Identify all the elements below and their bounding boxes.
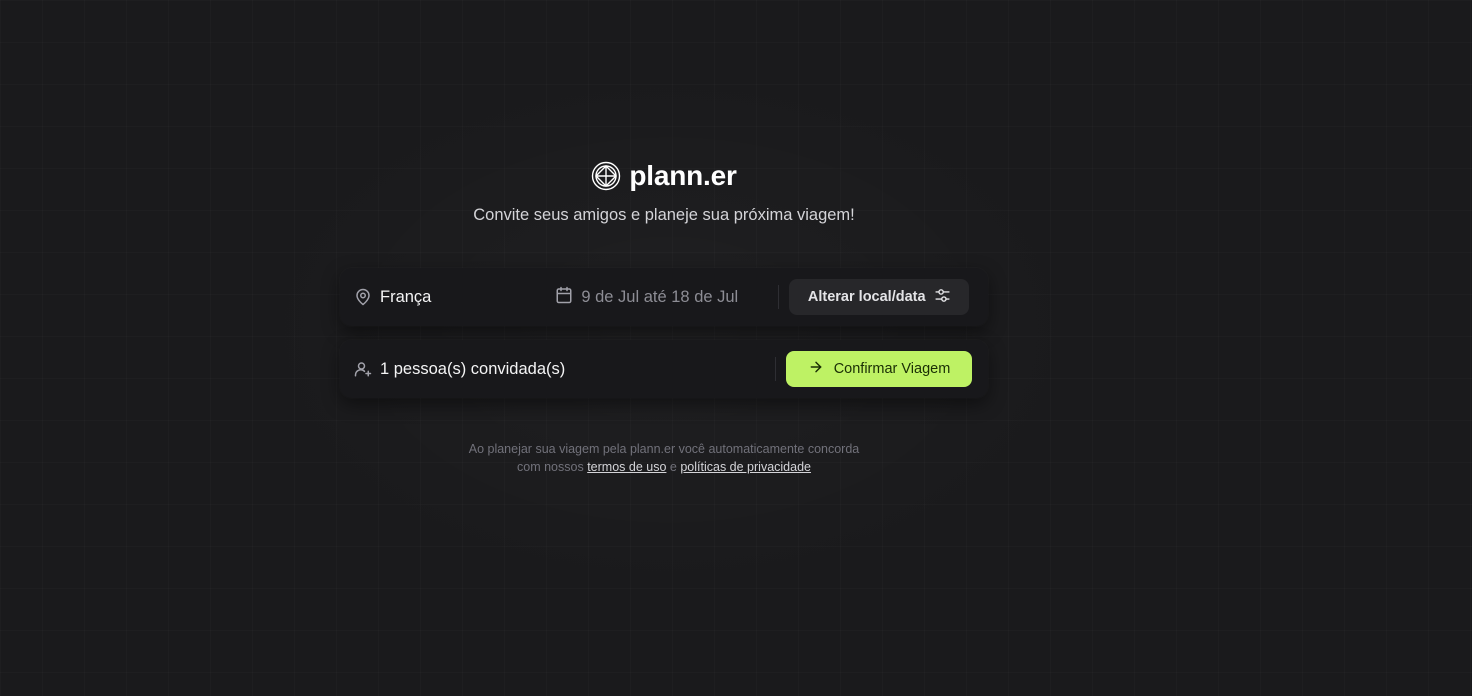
change-location-date-button[interactable]: Alterar local/data xyxy=(789,279,970,315)
terms-of-use-link[interactable]: termos de uso xyxy=(587,460,666,474)
arrow-right-icon xyxy=(808,359,824,379)
guests-value: 1 pessoa(s) convidada(s) xyxy=(380,359,566,378)
location-value: França xyxy=(380,287,432,306)
divider xyxy=(775,357,776,381)
settings-sliders-icon xyxy=(934,287,951,308)
terms-connector: e xyxy=(669,460,677,474)
brand-name: plann.er xyxy=(629,160,737,191)
change-button-label: Alterar local/data xyxy=(807,289,926,305)
tagline: Convite seus amigos e planeje sua próxim… xyxy=(473,206,855,224)
date-field[interactable]: 9 de Jul até 18 de Jul xyxy=(555,286,738,309)
brand-header: plann.er xyxy=(340,158,988,194)
terms-note-line1: Ao planejar sua viagem pela plann.er voc… xyxy=(468,442,860,456)
terms-note: Ao planejar sua viagem pela plann.er voc… xyxy=(340,440,988,476)
globe-logo-icon xyxy=(591,161,621,191)
terms-prefix: com nossos xyxy=(517,460,584,474)
calendar-icon xyxy=(555,286,573,309)
guests-field[interactable]: 1 pessoa(s) convidada(s) xyxy=(354,360,775,379)
map-pin-icon xyxy=(354,288,372,306)
date-range-value: 9 de Jul até 18 de Jul xyxy=(581,287,739,306)
privacy-policy-link[interactable]: políticas de privacidade xyxy=(680,460,811,474)
guests-card: 1 pessoa(s) convidada(s) Confirmar Viage… xyxy=(340,340,988,398)
confirm-button-label: Confirmar Viagem xyxy=(833,361,951,377)
divider xyxy=(778,285,780,309)
main-container: plann.er Convite seus amigos e planeje s… xyxy=(340,158,988,476)
location-field[interactable]: França xyxy=(354,288,431,307)
terms-note-line2: com nossos termos de uso e políticas de … xyxy=(340,458,988,476)
location-date-card: França 9 de Jul até 18 de Jul Alterar lo… xyxy=(340,268,988,326)
confirm-trip-button[interactable]: Confirmar Viagem xyxy=(786,351,972,387)
user-plus-icon xyxy=(354,360,372,378)
